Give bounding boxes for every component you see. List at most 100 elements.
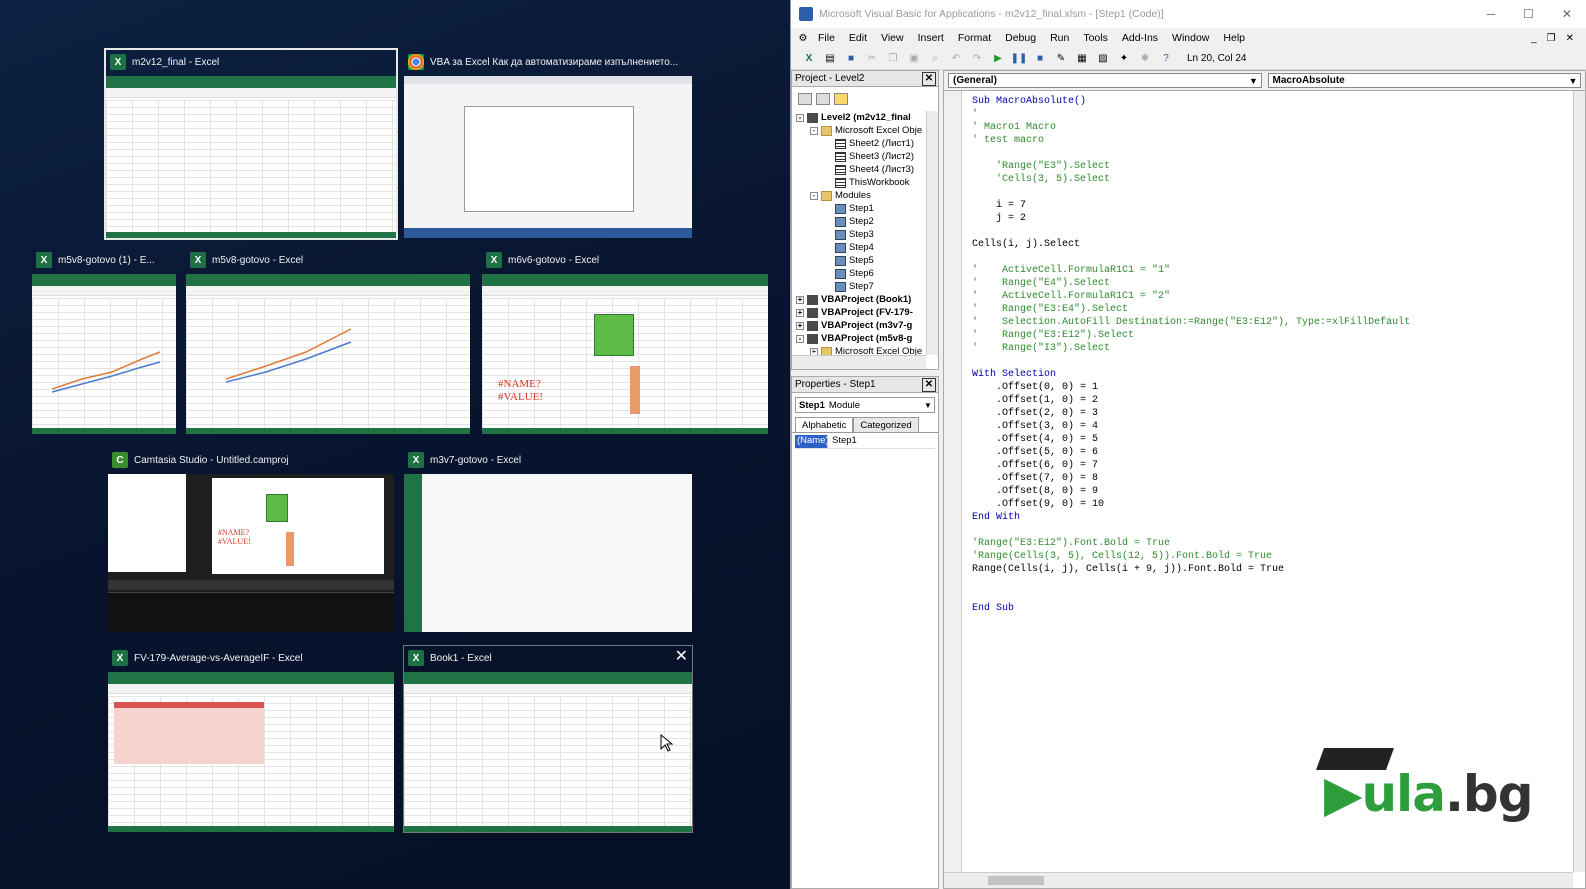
code-line[interactable]: ' test macro [972, 134, 1571, 147]
collapse-icon[interactable]: - [796, 334, 804, 343]
tree-node[interactable]: Sheet2 (Лист1) [796, 137, 938, 150]
menu-help[interactable]: Help [1216, 32, 1252, 44]
view-object-icon[interactable] [816, 93, 830, 105]
code-line[interactable]: ' Range("E4").Select [972, 277, 1571, 290]
code-line[interactable]: Cells(i, j).Select [972, 238, 1571, 251]
run-icon[interactable]: ▶ [990, 51, 1006, 67]
tree-node[interactable]: Step4 [796, 241, 938, 254]
vertical-scrollbar[interactable] [1573, 91, 1585, 872]
code-line[interactable]: ' Range("E3:E4").Select [972, 303, 1571, 316]
window-thumb-m3v7-gotovo[interactable]: Xm3v7-gotovo - Excel [404, 448, 692, 632]
code-line[interactable]: .Offset(2, 0) = 3 [972, 407, 1571, 420]
code-line[interactable]: End With [972, 511, 1571, 524]
toolbox-icon[interactable]: ✱ [1137, 51, 1153, 67]
code-line[interactable] [972, 589, 1571, 602]
margin-indicator-bar[interactable] [944, 91, 962, 872]
code-line[interactable] [972, 524, 1571, 537]
code-line[interactable]: ' [972, 108, 1571, 121]
redo-icon[interactable]: ↷ [969, 51, 985, 67]
tab-alphabetic[interactable]: Alphabetic [795, 417, 854, 432]
mdi-restore-icon[interactable]: ❐ [1547, 33, 1556, 44]
code-line[interactable] [972, 186, 1571, 199]
close-icon[interactable]: ✕ [922, 71, 936, 86]
menu-debug[interactable]: Debug [998, 32, 1043, 44]
tree-node[interactable]: Step7 [796, 280, 938, 293]
break-icon[interactable]: ❚❚ [1011, 51, 1028, 67]
menu-run[interactable]: Run [1043, 32, 1076, 44]
code-line[interactable]: .Offset(0, 0) = 1 [972, 381, 1571, 394]
tree-node[interactable]: - Level2 (m2v12_final [796, 111, 938, 124]
tree-node[interactable]: Step2 [796, 215, 938, 228]
object-browser-icon[interactable]: ✦ [1116, 51, 1132, 67]
close-icon[interactable]: ✕ [922, 377, 936, 392]
menu-file[interactable]: File [811, 32, 842, 44]
code-line[interactable]: ' ActiveCell.FormulaR1C1 = "1" [972, 264, 1571, 277]
code-line[interactable] [972, 576, 1571, 589]
code-line[interactable]: .Offset(3, 0) = 4 [972, 420, 1571, 433]
code-line[interactable]: .Offset(5, 0) = 6 [972, 446, 1571, 459]
window-thumb-m6v6-gotovo[interactable]: Xm6v6-gotovo - Excel #NAME? #VALUE! [482, 248, 768, 434]
horizontal-scrollbar[interactable] [792, 355, 926, 369]
property-row[interactable]: (Name) Step1 [795, 435, 935, 449]
menu-format[interactable]: Format [951, 32, 998, 44]
view-code-icon[interactable] [798, 93, 812, 105]
code-line[interactable]: 'Cells(3, 5).Select [972, 173, 1571, 186]
procedure-combo[interactable]: MacroAbsolute ▼ [1267, 73, 1581, 88]
collapse-icon[interactable]: - [810, 191, 818, 200]
mdi-close-icon[interactable]: ✕ [1566, 33, 1574, 44]
horizontal-scrollbar[interactable] [944, 872, 1573, 888]
code-line[interactable]: ' Range("E3:E12").Select [972, 329, 1571, 342]
tree-node[interactable]: + VBAProject (FV-179- [796, 306, 938, 319]
window-thumb-camtasia[interactable]: C Camtasia Studio - Untitled.camproj #NAM… [108, 448, 394, 632]
menu-addins[interactable]: Add-Ins [1115, 32, 1165, 44]
property-value[interactable]: Step1 [827, 435, 857, 448]
vba-menu-icon[interactable]: ⚙ [795, 30, 811, 46]
code-line[interactable]: Range(Cells(i, j), Cells(i + 9, j)).Font… [972, 563, 1571, 576]
code-line[interactable]: ' Range("I3").Select [972, 342, 1571, 355]
paste-icon[interactable]: ▣ [906, 51, 922, 67]
tree-node[interactable]: - Microsoft Excel Obje [796, 124, 938, 137]
tree-node[interactable]: Step6 [796, 267, 938, 280]
vertical-scrollbar[interactable] [926, 111, 938, 355]
mdi-minimize-icon[interactable]: _ [1531, 33, 1537, 44]
window-thumb-chrome-vba[interactable]: VBA за Excel Как да автоматизираме изпъл… [404, 50, 692, 238]
view-excel-icon[interactable]: X [801, 51, 817, 67]
object-selector[interactable]: Step1 Module ▼ [795, 397, 935, 413]
cut-icon[interactable]: ✂ [864, 51, 880, 67]
code-line[interactable]: 'Range("E3:E12").Font.Bold = True [972, 537, 1571, 550]
toggle-folders-icon[interactable] [834, 93, 848, 105]
menu-tools[interactable]: Tools [1076, 32, 1115, 44]
tree-node[interactable]: + VBAProject (Book1) [796, 293, 938, 306]
expand-icon[interactable]: + [796, 295, 804, 304]
find-icon[interactable]: ⌕ [927, 51, 943, 67]
collapse-icon[interactable]: - [796, 113, 804, 122]
menu-edit[interactable]: Edit [842, 32, 874, 44]
code-line[interactable]: End Sub [972, 602, 1571, 615]
menu-window[interactable]: Window [1165, 32, 1216, 44]
close-icon[interactable]: ✕ [675, 649, 688, 665]
minimize-icon[interactable]: ─ [1487, 7, 1496, 21]
project-explorer-icon[interactable]: ▦ [1074, 51, 1090, 67]
expand-icon[interactable]: + [796, 321, 804, 330]
code-line[interactable]: .Offset(4, 0) = 5 [972, 433, 1571, 446]
code-editor[interactable]: Sub MacroAbsolute() ' ' Macro1 Macro ' test… [972, 95, 1571, 615]
save-icon[interactable]: ■ [843, 51, 859, 67]
code-line[interactable]: .Offset(9, 0) = 10 [972, 498, 1571, 511]
tree-node[interactable]: - Modules [796, 189, 938, 202]
code-line[interactable]: j = 2 [972, 212, 1571, 225]
code-line[interactable] [972, 225, 1571, 238]
object-combo[interactable]: (General) ▼ [948, 73, 1262, 88]
copy-icon[interactable]: ❐ [885, 51, 901, 67]
close-icon[interactable]: ✕ [1562, 7, 1572, 21]
maximize-icon[interactable]: ☐ [1523, 7, 1534, 21]
code-line[interactable]: With Selection [972, 368, 1571, 381]
code-line[interactable]: .Offset(7, 0) = 8 [972, 472, 1571, 485]
tree-node[interactable]: Step1 [796, 202, 938, 215]
tree-node[interactable]: Step5 [796, 254, 938, 267]
tree-node[interactable]: + VBAProject (m3v7-g [796, 319, 938, 332]
code-line[interactable]: ' Selection.AutoFill Destination:=Range(… [972, 316, 1571, 329]
window-thumb-m5v8-gotovo[interactable]: Xm5v8-gotovo - Excel [186, 248, 470, 434]
tree-node[interactable]: Sheet3 (Лист2) [796, 150, 938, 163]
menu-view[interactable]: View [874, 32, 911, 44]
window-thumb-m5v8-gotovo-1[interactable]: Xm5v8-gotovo (1) - E... [32, 248, 176, 434]
